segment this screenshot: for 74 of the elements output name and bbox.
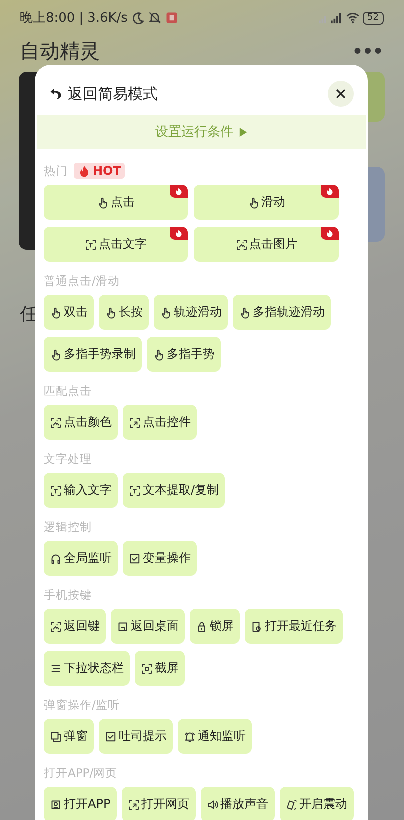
action-button[interactable]: 长按 [99, 295, 149, 330]
close-icon [334, 87, 348, 101]
action-button[interactable]: 返回键 [44, 609, 106, 644]
action-button[interactable]: 轨迹滑动 [154, 295, 228, 330]
popup-icon [50, 730, 62, 742]
action-button[interactable]: 返回桌面 [111, 609, 185, 644]
close-button[interactable] [328, 81, 354, 107]
action-button[interactable]: 开启震动 [280, 787, 354, 820]
action-button[interactable]: 打开最近任务 [245, 609, 343, 644]
moon-icon [130, 11, 145, 25]
action-button[interactable]: 点击 [44, 185, 188, 220]
action-button[interactable]: 点击文字 [44, 227, 188, 262]
action-button[interactable]: 弹窗 [44, 719, 94, 754]
hand-icon [50, 306, 62, 318]
lines-icon [50, 662, 62, 674]
action-button[interactable]: 点击图片 [194, 227, 339, 262]
action-button[interactable]: 多指轨迹滑动 [233, 295, 331, 330]
action-button[interactable]: 多指手势录制 [44, 337, 142, 372]
section-label: 打开APP/网页 [44, 766, 118, 780]
section-label: 匹配点击 [44, 384, 92, 398]
hand-icon [153, 348, 165, 360]
battery-level: 52 [362, 12, 384, 24]
vibrate-icon [286, 798, 298, 810]
hand-icon [239, 306, 251, 318]
action-button[interactable]: 通知监听 [178, 719, 252, 754]
hand-icon [160, 306, 172, 318]
flame-icon [78, 164, 91, 178]
app-notification-icon [164, 11, 179, 25]
hot-label: HOT [93, 164, 122, 178]
hand-icon [248, 196, 260, 208]
hand-icon [50, 348, 62, 360]
action-button[interactable]: 双击 [44, 295, 94, 330]
action-button[interactable]: 下拉状态栏 [44, 651, 130, 686]
section-label: 逻辑控制 [44, 520, 92, 534]
hand-icon [97, 196, 109, 208]
undo-icon [49, 87, 63, 101]
action-button[interactable]: 滑动 [194, 185, 339, 220]
headphones-icon [50, 552, 62, 564]
signal-icon [318, 11, 343, 25]
section-label: 手机按键 [44, 588, 92, 602]
action-button[interactable]: 输入文字 [44, 473, 118, 508]
more-icon[interactable] [354, 47, 382, 55]
app-icon [50, 798, 62, 810]
action-button[interactable]: 截屏 [135, 651, 185, 686]
section-label: 热门 [44, 164, 68, 178]
wifi-icon [346, 11, 360, 25]
checkbox-icon [129, 552, 141, 564]
action-button[interactable]: 点击控件 [123, 405, 197, 440]
screenshot-icon [141, 662, 153, 674]
action-button[interactable]: 变量操作 [123, 541, 197, 576]
bell-off-icon [148, 11, 162, 25]
app-title: 自动精灵 [20, 39, 100, 63]
sound-icon [206, 798, 219, 810]
section-label: 文字处理 [44, 452, 92, 466]
play-icon [238, 126, 248, 138]
action-button[interactable]: 打开网页 [122, 787, 196, 820]
network-speed: 3.6K/s [88, 10, 128, 26]
action-button[interactable]: 锁屏 [190, 609, 240, 644]
action-button[interactable]: 打开APP [44, 787, 117, 820]
action-button[interactable]: 文本提取/复制 [123, 473, 226, 508]
action-button[interactable]: 吐司提示 [99, 719, 173, 754]
checkbox-icon [105, 730, 117, 742]
bell-icon [184, 730, 196, 742]
back-button[interactable]: 返回简易模式 [49, 84, 158, 104]
section-label: 普通点击/滑动 [44, 274, 120, 288]
action-button[interactable]: 点击颜色 [44, 405, 118, 440]
action-button[interactable]: 全局监听 [44, 541, 118, 576]
section-label: 弹窗操作/监听 [44, 698, 120, 712]
status-time: 晚上8:00 [20, 10, 76, 27]
lock-icon [196, 620, 208, 632]
hand-icon [105, 306, 117, 318]
separator: | [79, 10, 84, 26]
action-button[interactable]: 播放声音 [200, 787, 275, 820]
action-button[interactable]: 多指手势 [147, 337, 221, 372]
